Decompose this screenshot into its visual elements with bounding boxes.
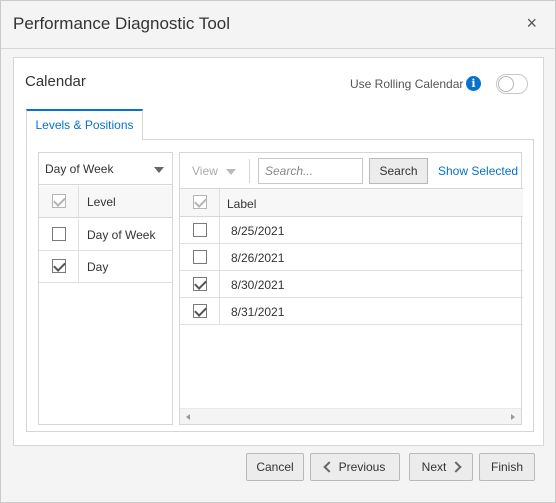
table-row[interactable]: Day of Week (39, 219, 172, 251)
chevron-down-icon (226, 169, 236, 175)
position-label: 8/30/2021 (231, 278, 285, 292)
positions-header-row: Label (180, 189, 523, 217)
dialog-title: Performance Diagnostic Tool (13, 14, 231, 33)
scroll-left-icon[interactable] (186, 414, 190, 420)
previous-label: Previous (338, 460, 386, 474)
chevron-right-icon (450, 461, 463, 473)
level-label: Day (87, 260, 109, 274)
levels-grid: Day of Week Level Day of Week Day (38, 152, 173, 425)
toggle-knob (498, 76, 514, 92)
checkbox-cell (39, 186, 79, 217)
positions-toolbar: View Search Show Selected (180, 153, 523, 189)
table-row[interactable]: 8/25/2021 (180, 217, 523, 244)
view-menu[interactable]: View (192, 164, 236, 178)
info-icon[interactable]: i (466, 76, 481, 91)
row-checkbox[interactable] (193, 277, 207, 291)
checkbox-cell (180, 189, 220, 216)
search-button[interactable]: Search (369, 158, 428, 184)
row-checkbox[interactable] (52, 259, 66, 273)
checkbox-cell (39, 251, 79, 282)
positions-grid: View Search Show Selected Label (179, 152, 523, 425)
row-checkbox[interactable] (193, 223, 207, 237)
position-label: 8/26/2021 (231, 251, 285, 265)
table-row[interactable]: 8/30/2021 (180, 271, 523, 298)
positions-select-all-checkbox[interactable] (193, 195, 207, 209)
level-column-header: Level (87, 195, 116, 209)
dimension-select-value: Day of Week (45, 162, 114, 176)
dialog: Performance Diagnostic Tool × Calendar U… (0, 0, 556, 503)
scroll-right-icon[interactable] (511, 414, 515, 420)
show-selected-link[interactable]: Show Selected (438, 164, 518, 178)
checkbox-cell (180, 298, 220, 324)
dimension-select[interactable]: Day of Week (39, 153, 172, 185)
levels-header-row: Level (39, 186, 172, 218)
rolling-calendar-toggle[interactable] (496, 74, 528, 94)
dialog-titlebar: Performance Diagnostic Tool × (1, 1, 555, 49)
row-checkbox[interactable] (193, 250, 207, 264)
checkbox-cell (180, 244, 220, 270)
horizontal-scrollbar[interactable] (180, 408, 521, 424)
row-checkbox[interactable] (52, 227, 66, 241)
finish-button[interactable]: Finish (479, 453, 535, 481)
next-button[interactable]: Next (409, 453, 473, 481)
rolling-calendar-label: Use Rolling Calendar (350, 77, 464, 91)
table-row[interactable]: 8/26/2021 (180, 244, 523, 271)
checkbox-cell (39, 219, 79, 250)
checkbox-cell (180, 217, 220, 243)
cancel-button[interactable]: Cancel (246, 453, 304, 481)
chevron-down-icon (154, 167, 164, 173)
view-menu-label: View (192, 164, 218, 178)
tab-levels-positions[interactable]: Levels & Positions (26, 109, 143, 140)
search-input[interactable] (258, 158, 363, 184)
table-row[interactable]: Day (39, 251, 172, 283)
close-icon[interactable]: × (526, 13, 537, 33)
chevron-left-icon (322, 461, 335, 473)
table-row[interactable]: 8/31/2021 (180, 298, 523, 325)
next-label: Next (421, 460, 447, 474)
position-label: 8/31/2021 (231, 305, 285, 319)
previous-button[interactable]: Previous (310, 453, 400, 481)
label-column-header: Label (227, 197, 257, 211)
toolbar-divider (249, 159, 250, 183)
levels-select-all-checkbox[interactable] (52, 194, 66, 208)
row-checkbox[interactable] (193, 304, 207, 318)
checkbox-cell (180, 271, 220, 297)
tab-content: Day of Week Level Day of Week Day View S… (26, 139, 534, 432)
level-label: Day of Week (87, 228, 156, 242)
calendar-title: Calendar (25, 73, 86, 90)
position-label: 8/25/2021 (231, 224, 285, 238)
calendar-panel: Calendar Use Rolling Calendar i Levels &… (13, 57, 544, 446)
